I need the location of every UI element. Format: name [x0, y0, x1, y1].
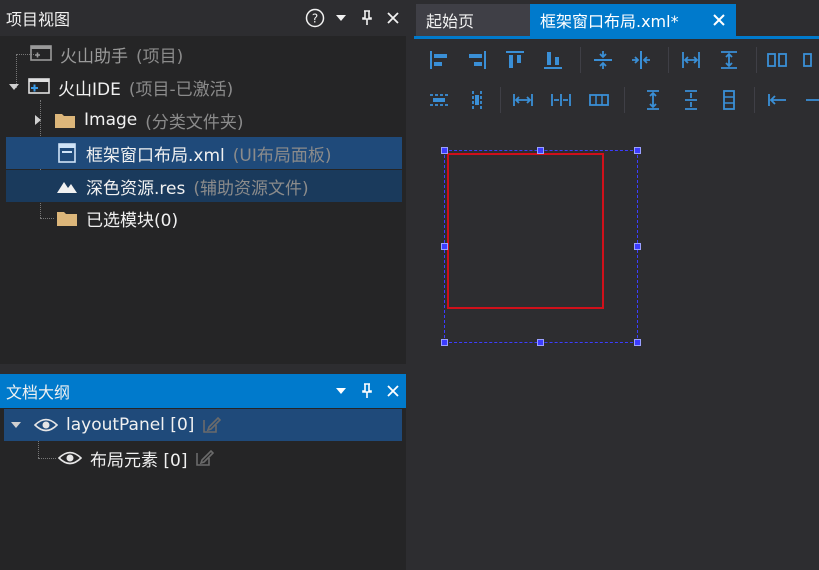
close-icon[interactable] — [380, 5, 406, 31]
svg-text:?: ? — [312, 12, 318, 26]
resize-handle-bottom[interactable] — [537, 339, 544, 346]
tree-item-note: (分类文件夹) — [145, 112, 244, 133]
tree-item-layout-xml[interactable]: 框架窗口布局.xml (UI布局面板) — [6, 137, 402, 169]
mountain-resource-icon — [56, 175, 78, 197]
align-bottom-icon[interactable] — [542, 49, 564, 71]
outline-panel-titlebar: 文档大纲 — [0, 374, 406, 408]
same-width-icon[interactable] — [680, 49, 702, 71]
tree-item-note: (辅助资源文件) — [193, 178, 309, 199]
outline-panel: 文档大纲 layoutPanel [0] 布局元素 [0] — [0, 374, 406, 570]
toolbar-separator — [580, 47, 581, 73]
tree-item-dark-res[interactable]: 深色资源.res (辅助资源文件) — [6, 170, 402, 202]
horizontal-spacing-decrease-icon[interactable] — [588, 89, 610, 111]
horizontal-spacing-increase-icon[interactable] — [550, 89, 572, 111]
distribute-rows-icon[interactable] — [428, 89, 450, 111]
toolbar-separator — [624, 87, 625, 113]
dropdown-icon[interactable] — [328, 378, 354, 404]
pin-icon[interactable] — [354, 378, 380, 404]
resize-handle-top-left[interactable] — [441, 147, 448, 154]
close-icon[interactable] — [712, 13, 726, 27]
spacing-partial-icon[interactable] — [802, 49, 819, 71]
vertical-spacing-decrease-icon[interactable] — [718, 89, 740, 111]
tree-item-label: 火山助手 — [60, 46, 128, 67]
resize-handle-bottom-left[interactable] — [441, 339, 448, 346]
project-panel: 项目视图 ? 火山助手 (项目) 火山IDE (项目-已激活) Image (分… — [0, 0, 406, 364]
eye-icon[interactable] — [34, 414, 58, 436]
outline-item-label: layoutPanel [0] — [66, 415, 195, 435]
tree-item-assistant-project[interactable]: 火山助手 (项目) — [0, 38, 406, 70]
outline-item-layout-element[interactable]: 布局元素 [0] — [0, 442, 406, 474]
tree-item-note: (UI布局面板) — [232, 145, 332, 166]
tree-item-label: 深色资源.res — [86, 178, 186, 199]
tab-start-page[interactable]: 起始页 — [416, 4, 530, 36]
tree-item-label: 已选模块(0) — [86, 210, 179, 231]
horizontal-spacing-equal-icon[interactable] — [512, 89, 534, 111]
project-window-icon — [28, 76, 50, 98]
tab-label: 框架窗口布局.xml* — [540, 12, 679, 31]
dropdown-icon[interactable] — [328, 5, 354, 31]
project-panel-title: 项目视图 — [6, 10, 71, 29]
outline-item-layout-panel[interactable]: layoutPanel [0] — [4, 409, 402, 441]
tree-item-label: Image — [84, 110, 138, 130]
resize-handle-right[interactable] — [634, 243, 641, 250]
move-left-icon[interactable] — [766, 89, 788, 111]
center-horizontal-icon[interactable] — [630, 49, 652, 71]
toolbar-separator — [756, 47, 757, 73]
same-height-icon[interactable] — [718, 49, 740, 71]
resize-handle-top[interactable] — [537, 147, 544, 154]
close-icon[interactable] — [380, 378, 406, 404]
tree-item-selected-modules[interactable]: 已选模块(0) — [0, 202, 406, 234]
toolbar-separator — [668, 47, 669, 73]
eye-icon[interactable] — [58, 447, 82, 469]
tree-item-note: (项目) — [136, 46, 184, 67]
tab-layout-xml[interactable]: 框架窗口布局.xml* — [530, 4, 736, 36]
outline-item-label: 布局元素 [0] — [90, 450, 188, 471]
align-left-icon[interactable] — [428, 49, 450, 71]
tree-item-label: 框架窗口布局.xml — [86, 145, 225, 166]
folder-icon — [56, 207, 78, 229]
move-partial-icon[interactable] — [804, 89, 819, 111]
tree-item-ide-project[interactable]: 火山IDE (项目-已激活) — [0, 71, 406, 103]
expanded-arrow-icon[interactable] — [6, 82, 22, 92]
project-panel-titlebar: 项目视图 ? — [0, 0, 406, 36]
collapsed-arrow-icon[interactable] — [32, 114, 44, 126]
ui-layout-file-icon — [56, 142, 78, 164]
edit-icon[interactable] — [200, 414, 222, 436]
alignment-toolbar — [414, 39, 819, 117]
distribute-columns-icon[interactable] — [466, 89, 488, 111]
edit-icon[interactable] — [193, 447, 215, 469]
align-right-icon[interactable] — [466, 49, 488, 71]
pin-icon[interactable] — [354, 5, 380, 31]
editor-area: 起始页 框架窗口布局.xml* — [414, 0, 819, 570]
align-top-icon[interactable] — [504, 49, 526, 71]
resize-handle-left[interactable] — [441, 243, 448, 250]
toolbar-separator — [500, 87, 501, 113]
vertical-splitter[interactable] — [406, 0, 414, 570]
folder-icon — [54, 109, 76, 131]
project-window-icon — [30, 43, 52, 65]
help-icon[interactable]: ? — [302, 5, 328, 31]
center-vertical-icon[interactable] — [592, 49, 614, 71]
tree-item-note: (项目-已激活) — [128, 79, 234, 100]
resize-handle-top-right[interactable] — [634, 147, 641, 154]
toolbar-separator — [754, 87, 755, 113]
outline-panel-title: 文档大纲 — [6, 383, 71, 402]
vertical-spacing-equal-icon[interactable] — [642, 89, 664, 111]
design-canvas[interactable] — [414, 117, 819, 570]
resize-handle-bottom-right[interactable] — [634, 339, 641, 346]
expanded-arrow-icon[interactable] — [8, 420, 24, 430]
tree-item-image-folder[interactable]: Image (分类文件夹) — [0, 104, 406, 136]
tab-label: 起始页 — [426, 12, 475, 31]
tree-item-label: 火山IDE — [58, 79, 121, 100]
spacing-horizontal-icon[interactable] — [766, 49, 788, 71]
layout-element[interactable] — [447, 153, 604, 309]
vertical-spacing-increase-icon[interactable] — [680, 89, 702, 111]
